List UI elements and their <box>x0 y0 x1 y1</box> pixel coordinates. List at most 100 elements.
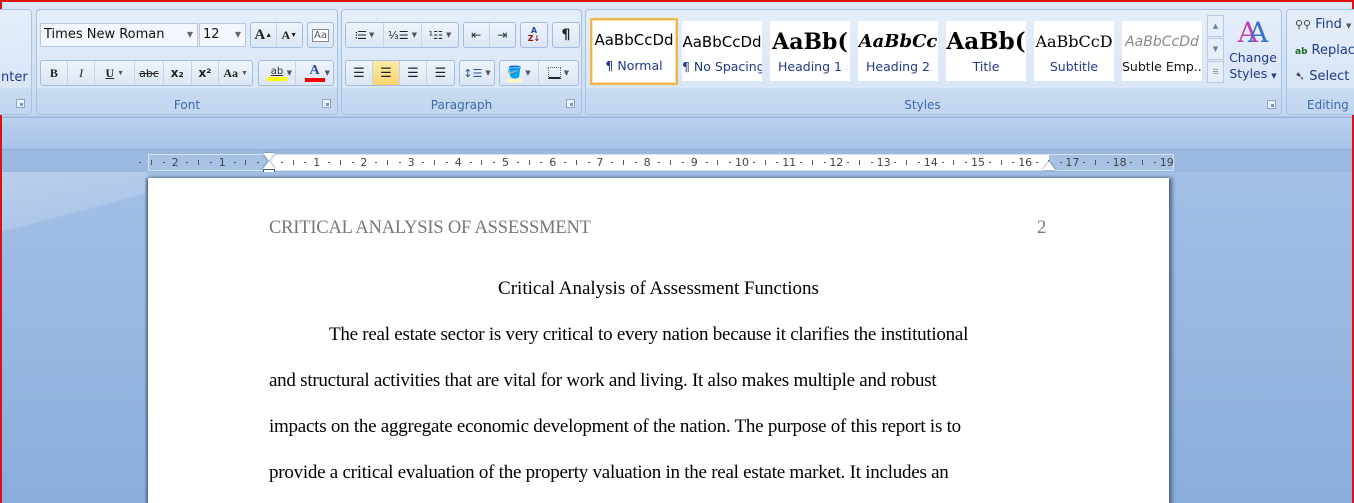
multilevel-list-icon: ¹☷ <box>428 28 443 42</box>
ruler-tick <box>292 160 294 165</box>
ruler-dot <box>752 162 755 163</box>
shrink-font-button[interactable]: A ▼ <box>277 23 302 47</box>
ruler-number: 1 <box>313 156 321 169</box>
style-heading-1[interactable]: AaBb( Heading 1 <box>770 21 850 81</box>
ruler-dot <box>1059 162 1062 163</box>
underline-button[interactable]: U ▼ <box>95 61 136 85</box>
style-name: Subtle Emp... <box>1122 59 1202 74</box>
style-subtle-emphasis[interactable]: AaBbCcDd Subtle Emp... <box>1122 21 1202 81</box>
ruler-dot <box>776 162 779 163</box>
decrease-indent-button[interactable]: ⇤ <box>464 23 490 47</box>
strikethrough-button[interactable]: abc <box>135 61 164 85</box>
chevron-down-icon: ▼ <box>1346 22 1352 30</box>
subscript-button[interactable]: x₂ <box>164 61 192 85</box>
cursor-arrow-icon: ➷ <box>1295 69 1306 83</box>
grow-font-button[interactable]: A ▲ <box>251 23 277 47</box>
style-preview: AaBbCcDd <box>1125 34 1199 50</box>
styles-group-label: Styles <box>904 98 941 112</box>
shading-button[interactable]: 🪣 ▼ <box>500 61 539 85</box>
ruler-number: 16 <box>1018 156 1033 169</box>
gallery-scroll-down-button[interactable]: ▼ <box>1207 38 1224 60</box>
clipboard-launcher[interactable] <box>16 99 25 108</box>
style-preview: AaBb( <box>772 29 848 55</box>
justify-button[interactable]: ☰ <box>427 61 454 85</box>
style-normal[interactable]: AaBbCcDd ¶ Normal <box>590 18 678 85</box>
ruler-dot <box>186 162 189 163</box>
font-color-button[interactable]: A ▼ <box>296 61 333 85</box>
horizontal-ruler[interactable]: 2 1 1 2 3 4 5 6 7 8 9 10 11 12 13 14 15 16 17 18 19 <box>139 153 1174 175</box>
clear-formatting-button[interactable]: Aa <box>308 23 333 47</box>
ruler-number: 2 <box>171 156 179 169</box>
chevron-down-icon: ▼ <box>241 69 248 77</box>
ruler-dot <box>1154 162 1156 163</box>
highlighter-icon: ab <box>270 65 284 77</box>
change-styles-button[interactable]: AA Change Styles ▼ <box>1228 16 1278 94</box>
font-group-label: Font <box>173 98 201 112</box>
style-heading-2[interactable]: AaBbCc Heading 2 <box>858 21 938 81</box>
ruler-dot <box>1036 162 1038 163</box>
font-name-combo[interactable]: Times New Roman ▼ <box>40 23 198 47</box>
align-center-icon: ☰ <box>380 65 392 81</box>
right-indent-marker[interactable] <box>1043 161 1055 170</box>
align-left-button[interactable]: ☰ <box>346 61 373 85</box>
styles-dialog-launcher[interactable] <box>1267 100 1276 109</box>
numbering-button[interactable]: ⅓☰ ▼ <box>384 23 422 47</box>
bold-button[interactable]: B <box>41 61 68 85</box>
first-line-indent-marker[interactable] <box>263 153 275 161</box>
bullets-button[interactable]: ⁝☰ ▼ <box>346 23 384 47</box>
italic-button[interactable]: I <box>68 61 96 85</box>
chevron-down-icon: ▼ <box>1271 72 1277 80</box>
font-size-combo[interactable]: 12 ▼ <box>199 23 246 47</box>
sort-box: A Z↓ <box>520 22 548 48</box>
line-spacing-icon: ↕☰ <box>463 66 483 80</box>
sort-button[interactable]: A Z↓ <box>521 23 547 47</box>
ruler-dot <box>375 162 378 163</box>
align-center-button[interactable]: ☰ <box>373 61 400 85</box>
style-no-spacing[interactable]: AaBbCcDd ¶ No Spacing <box>682 21 762 81</box>
gallery-scroll-up-button[interactable]: ▲ <box>1207 15 1224 37</box>
ruler-dot <box>210 162 212 163</box>
change-styles-label-2: Styles ▼ <box>1228 66 1278 84</box>
style-title[interactable]: AaBb( Title <box>946 21 1026 81</box>
binoculars-icon: ⚲⚲ <box>1295 18 1312 31</box>
change-case-button[interactable]: Aa ▼ <box>219 61 252 85</box>
ruler-dot <box>1130 162 1133 163</box>
ruler-dot <box>446 162 448 163</box>
select-button[interactable]: ➷ Select <box>1295 69 1349 84</box>
ruler-dot <box>941 162 944 163</box>
numbered-list-icon: ⅓☰ <box>388 28 409 42</box>
ruler-dot <box>422 162 425 163</box>
find-button[interactable]: ⚲⚲ Find ▼ <box>1295 17 1351 32</box>
borders-button[interactable]: ▼ <box>539 61 578 85</box>
center-button-partial[interactable]: nter <box>1 70 28 85</box>
ruler-dot <box>233 162 236 163</box>
ruler-dot <box>1083 162 1086 163</box>
ruler-tick <box>339 160 341 165</box>
hanging-indent-marker[interactable] <box>263 161 275 169</box>
grow-font-icon: A <box>254 26 266 43</box>
ruler-dot <box>304 162 307 163</box>
ruler-number: 1 <box>218 156 226 169</box>
sort-icon-z: Z↓ <box>527 34 541 43</box>
ruler-dot <box>682 162 684 163</box>
ruler-tick <box>434 160 436 165</box>
font-dialog-launcher[interactable] <box>322 99 331 108</box>
style-name: Heading 2 <box>866 59 930 74</box>
document-page[interactable]: CRITICAL ANALYSIS OF ASSESSMENT 2 Critic… <box>148 178 1169 503</box>
styles-gallery-scroll: ▲ ▼ ☰ <box>1207 15 1224 85</box>
clipboard-group: nter <box>0 9 32 115</box>
increase-indent-button[interactable]: ⇥ <box>490 23 515 47</box>
align-right-button[interactable]: ☰ <box>400 61 427 85</box>
style-subtitle[interactable]: AaBbCcD Subtitle <box>1034 21 1114 81</box>
superscript-button[interactable]: x² <box>192 61 220 85</box>
line-spacing-button[interactable]: ↕☰ ▼ <box>460 61 494 85</box>
alignment-box: ☰ ☰ ☰ ☰ <box>345 60 455 86</box>
multilevel-list-button[interactable]: ¹☷ ▼ <box>422 23 458 47</box>
gallery-more-button[interactable]: ☰ <box>1207 61 1224 83</box>
paragraph-dialog-launcher[interactable] <box>566 99 575 108</box>
highlight-button[interactable]: ab ▼ <box>259 61 297 85</box>
replace-button[interactable]: ab Replac <box>1295 43 1354 58</box>
ruler-dot <box>870 162 873 163</box>
show-marks-button[interactable]: ¶ <box>553 23 579 47</box>
chevron-down-icon: ▼ <box>445 31 452 39</box>
